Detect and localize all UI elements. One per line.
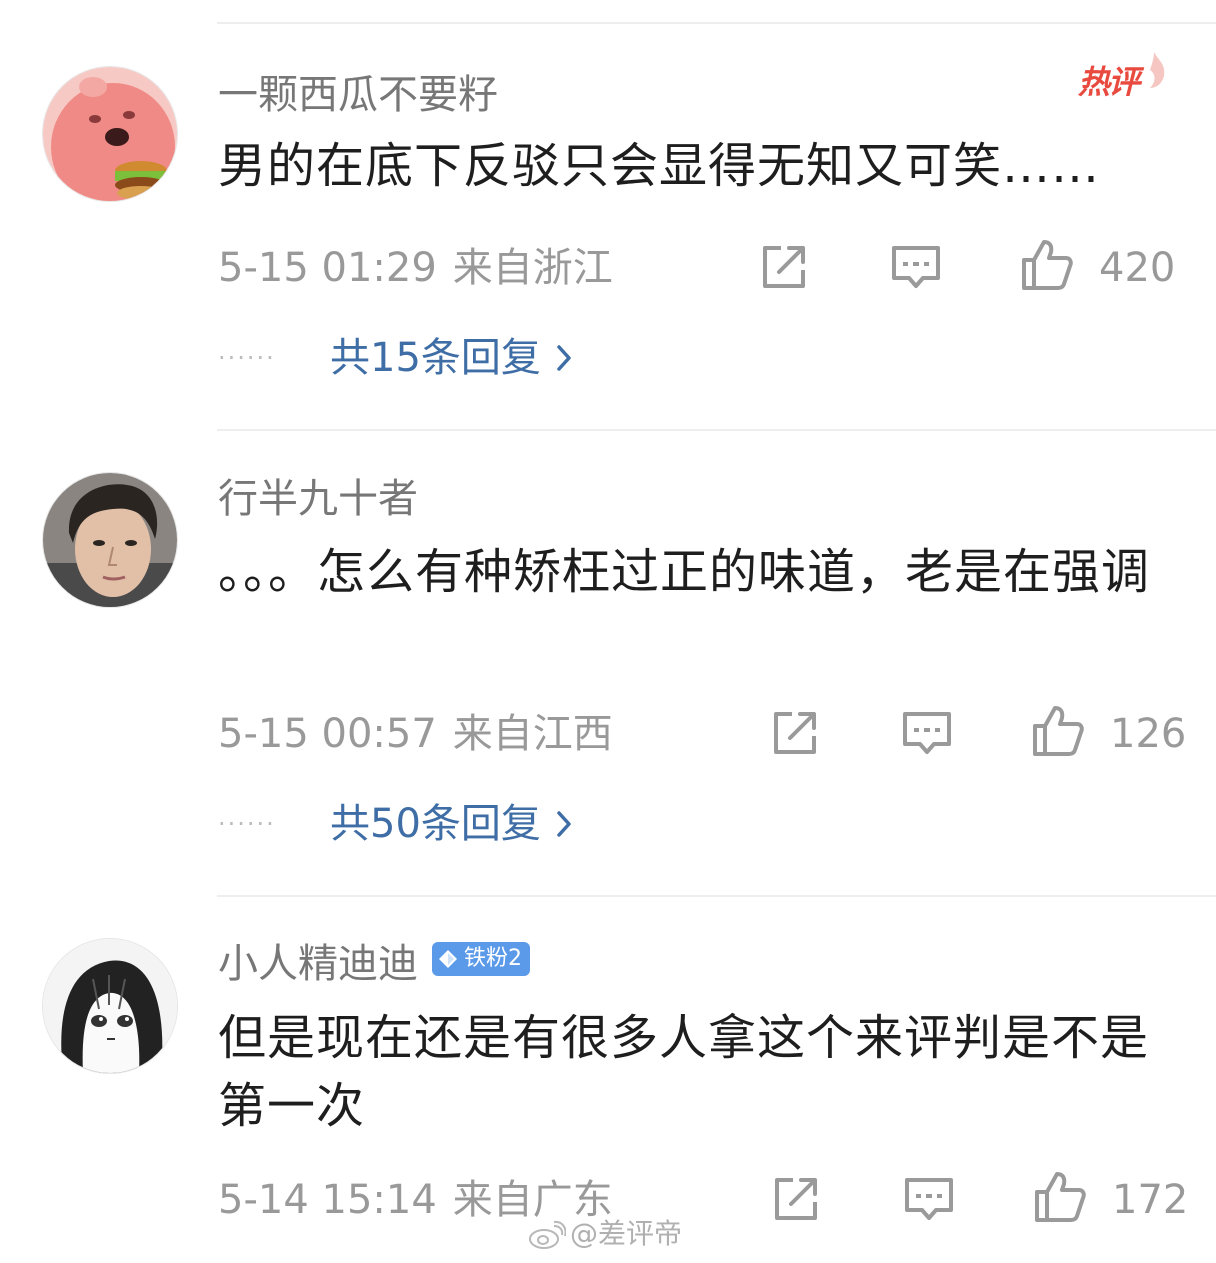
comment-text: 男的在底下反驳只会显得无知又可笑…… bbox=[218, 138, 1101, 194]
like-count: 172 bbox=[1112, 1177, 1189, 1223]
chevron-right-icon bbox=[557, 345, 571, 371]
like-count: 420 bbox=[1099, 245, 1176, 291]
replies-dots: ······ bbox=[218, 810, 276, 838]
thumbs-up-icon bbox=[1022, 240, 1073, 290]
comment-icon bbox=[905, 1178, 953, 1220]
username[interactable]: 一颗西瓜不要籽 bbox=[218, 70, 498, 120]
share-icon bbox=[775, 1178, 817, 1220]
portrait-avatar-icon bbox=[43, 473, 177, 607]
username[interactable]: 行半九十者 bbox=[218, 474, 418, 524]
pink-cartoon-avatar-icon bbox=[43, 67, 177, 201]
hot-tag-label: 热评 bbox=[1078, 63, 1140, 101]
chevron-right-icon bbox=[557, 811, 571, 837]
comment-icon bbox=[892, 246, 940, 288]
comment-time: 5-14 15:14 bbox=[218, 1177, 437, 1223]
manga-girl-avatar-icon bbox=[43, 939, 177, 1073]
replies-row[interactable]: ······ 共50条回复 bbox=[218, 799, 573, 849]
share-button[interactable] bbox=[757, 240, 811, 294]
like-button[interactable] bbox=[1033, 1170, 1087, 1224]
username-text: 小人精迪迪 bbox=[218, 941, 418, 987]
comment-time: 5-15 01:29 bbox=[218, 245, 437, 291]
username[interactable]: 小人精迪迪 铁粉2 bbox=[218, 939, 530, 989]
flame-icon bbox=[1150, 52, 1165, 88]
avatar[interactable] bbox=[42, 472, 178, 608]
comment-meta: 5-15 00:57 来自江西 bbox=[218, 709, 613, 759]
comment-location: 来自浙江 bbox=[452, 245, 613, 291]
comment-text: 。。。怎么有种矫枉过正的味道，老是在强调 bbox=[218, 544, 1151, 600]
watermark: @差评帝 bbox=[528, 1214, 682, 1254]
comment-button[interactable] bbox=[900, 706, 954, 760]
thumbs-up-icon bbox=[1033, 706, 1084, 756]
like-count: 126 bbox=[1110, 711, 1187, 757]
comment-button[interactable] bbox=[889, 240, 943, 294]
share-button[interactable] bbox=[768, 706, 822, 760]
watermark-text: @差评帝 bbox=[570, 1217, 683, 1250]
comment-icon bbox=[903, 712, 951, 754]
avatar[interactable] bbox=[42, 66, 178, 202]
comment-button[interactable] bbox=[902, 1172, 956, 1226]
avatar[interactable] bbox=[42, 938, 178, 1074]
divider-top bbox=[217, 22, 1216, 24]
thumbs-up-icon bbox=[1035, 1172, 1086, 1222]
badge-label: 铁粉2 bbox=[464, 946, 522, 971]
share-icon bbox=[774, 712, 816, 754]
share-icon bbox=[763, 246, 805, 288]
like-button[interactable] bbox=[1031, 704, 1085, 758]
view-replies-link[interactable]: 共50条回复 bbox=[330, 799, 541, 849]
replies-dots: ······ bbox=[218, 344, 276, 372]
comment-meta: 5-15 01:29 来自浙江 bbox=[218, 243, 613, 293]
view-replies-link[interactable]: 共15条回复 bbox=[330, 333, 541, 383]
divider bbox=[217, 895, 1216, 897]
diamond-icon bbox=[439, 950, 457, 968]
divider bbox=[217, 429, 1216, 431]
replies-row[interactable]: ······ 共15条回复 bbox=[218, 333, 573, 383]
comment-time: 5-15 00:57 bbox=[218, 711, 437, 757]
share-button[interactable] bbox=[769, 1172, 823, 1226]
hot-comment-tag: 热评 bbox=[1078, 50, 1168, 106]
like-button[interactable] bbox=[1020, 238, 1074, 292]
weibo-logo-icon bbox=[529, 1220, 567, 1249]
fan-badge: 铁粉2 bbox=[432, 942, 530, 976]
comment-text: 但是现在还是有很多人拿这个来评判是不是第一次 bbox=[218, 1010, 1150, 1134]
comment-location: 来自江西 bbox=[452, 711, 613, 757]
